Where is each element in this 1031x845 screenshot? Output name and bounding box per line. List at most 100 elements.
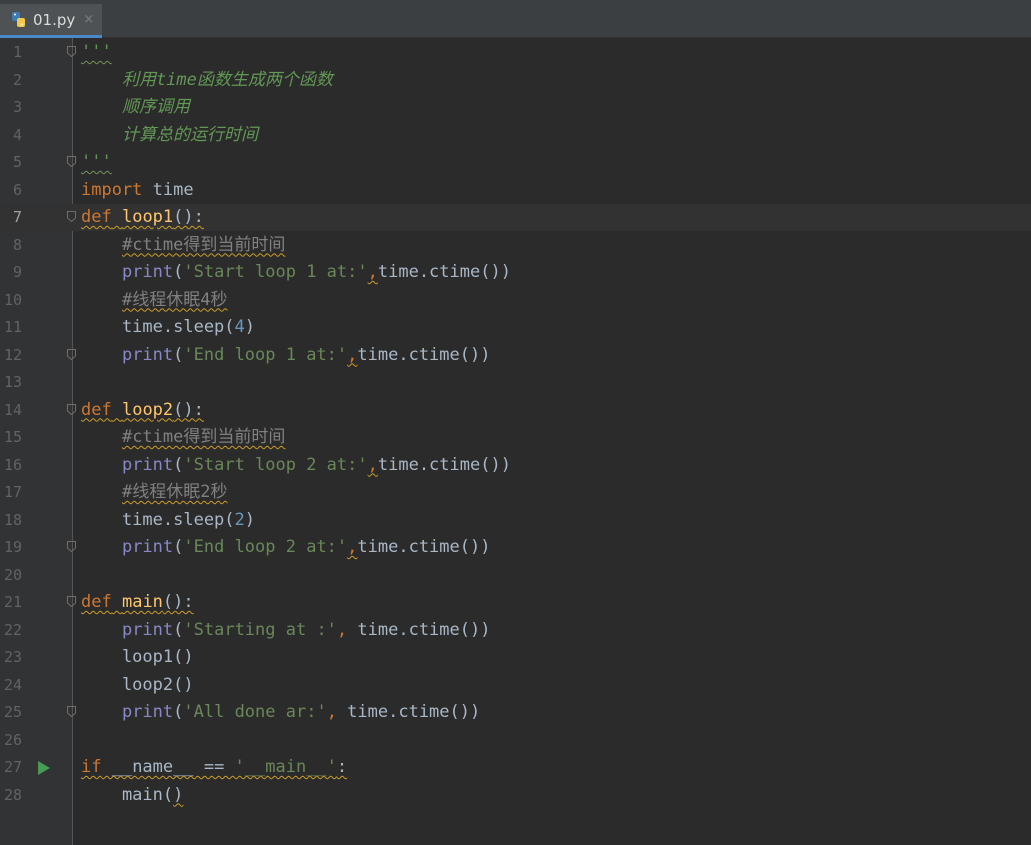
code-line[interactable]: 10 #线程休眠4秒 [0, 287, 1031, 314]
code-line[interactable]: 21 def main(): [0, 589, 1031, 616]
line-number: 11 [3, 318, 22, 336]
code-line[interactable]: 3 顺序调用 [0, 94, 1031, 121]
line-number: 28 [3, 785, 22, 804]
code-token: time.ctime()) [357, 537, 491, 557]
code-token: time [142, 179, 194, 200]
code-text: main() [81, 782, 183, 809]
code-line[interactable]: 9 print('Start loop 1 at:',time.ctime()) [0, 259, 1031, 286]
code-text: 利用time函数生成两个函数 [81, 67, 333, 94]
fold-marker-icon[interactable] [67, 348, 76, 360]
code-line[interactable]: 19 print('End loop 2 at:',time.ctime()) [0, 534, 1031, 561]
code-line[interactable]: 5 ''' [0, 149, 1031, 176]
fold-marker-icon[interactable] [67, 156, 76, 167]
code-text: loop1() [81, 644, 194, 671]
code-line[interactable]: 7 def loop1(): [0, 204, 1031, 231]
line-number: 10 [3, 290, 22, 309]
code-line[interactable]: 2 利用time函数生成两个函数 [0, 67, 1031, 94]
code-line[interactable]: 26 [0, 727, 1031, 754]
code-line[interactable]: 13 [0, 369, 1031, 396]
code-token: print [121, 537, 174, 557]
code-text: print('End loop 1 at:',time.ctime()) [81, 342, 491, 369]
code-line[interactable]: 6 import time [0, 177, 1031, 204]
line-number: 3 [12, 98, 22, 116]
fold-marker-icon[interactable] [67, 541, 76, 552]
code-token: , [367, 454, 378, 475]
code-token: print [121, 702, 174, 722]
code-token: time.ctime()) [377, 262, 511, 282]
code-text: time.sleep(4) [81, 314, 255, 341]
code-line[interactable]: 20 [0, 562, 1031, 589]
code-text: def loop2(): [81, 397, 204, 424]
line-number: 6 [12, 180, 22, 199]
code-token: time.sleep( [81, 317, 235, 337]
code-text: def loop1(): [81, 204, 204, 231]
code-line[interactable]: 24 loop2() [0, 672, 1031, 699]
code-token: 'Start loop 1 at:' [183, 262, 368, 282]
code-text: 计算总的运行时间 [81, 122, 258, 149]
line-number: 20 [3, 565, 22, 584]
code-editor[interactable]: 1 ''' 2 利用time函数生成两个函数 3 顺序调用 4 计算总的运行时间 5 '''… [0, 38, 1031, 845]
code-token: 4 [234, 317, 245, 337]
fold-marker-icon[interactable] [67, 706, 76, 717]
code-line[interactable]: 28 main() [0, 782, 1031, 809]
code-token: 'Start loop 2 at:' [183, 454, 368, 475]
line-number: 24 [3, 675, 22, 694]
code-token: '__main__' [234, 757, 337, 777]
tab-label: 01.py [33, 10, 76, 29]
code-line[interactable]: 25 print('All done ar:', time.ctime()) [0, 699, 1031, 726]
code-token: ( [173, 344, 184, 365]
code-token: ) [244, 317, 256, 337]
code-line[interactable]: 17 #线程休眠2秒 [0, 479, 1031, 506]
code-token: 顺序调用 [81, 97, 190, 117]
code-line[interactable]: 18 time.sleep(2) [0, 507, 1031, 534]
fold-marker-icon[interactable] [67, 46, 76, 57]
close-icon[interactable]: × [83, 12, 94, 27]
code-token: , [336, 619, 348, 640]
code-text: time.sleep(2) [81, 507, 255, 534]
code-line[interactable]: 15 #ctime得到当前时间 [0, 424, 1031, 451]
code-token: print [121, 344, 174, 365]
code-line[interactable]: 4 计算总的运行时间 [0, 122, 1031, 149]
line-number: 12 [3, 345, 22, 364]
line-number: 17 [3, 483, 22, 501]
code-line[interactable]: 11 time.sleep(4) [0, 314, 1031, 341]
code-token: time.ctime()) [347, 619, 491, 640]
code-token: main [121, 592, 163, 612]
code-line[interactable]: 8 #ctime得到当前时间 [0, 232, 1031, 259]
code-text: print('Start loop 2 at:',time.ctime()) [81, 452, 511, 479]
run-icon[interactable] [38, 761, 50, 775]
code-token: 2 [234, 509, 245, 530]
code-token: #ctime得到当前时间 [121, 234, 286, 255]
tab-01-py[interactable]: 01.py × [0, 4, 102, 38]
code-line[interactable]: 27 if __name__ == '__main__': [0, 754, 1031, 781]
code-line[interactable]: 1 ''' [0, 39, 1031, 66]
code-line[interactable]: 14 def loop2(): [0, 397, 1031, 424]
code-token: , [326, 702, 337, 722]
fold-marker-icon[interactable] [67, 403, 76, 415]
fold-marker-icon[interactable] [67, 211, 76, 222]
code-token: loop2() [81, 674, 194, 695]
code-token: print [121, 454, 174, 475]
line-number: 1 [12, 43, 22, 61]
code-line[interactable]: 23 loop1() [0, 644, 1031, 671]
code-line[interactable]: 12 print('End loop 1 at:',time.ctime()) [0, 342, 1031, 369]
fold-marker-icon[interactable] [67, 596, 76, 607]
code-line[interactable]: 22 print('Starting at :', time.ctime()) [0, 617, 1031, 644]
code-text: print('Start loop 1 at:',time.ctime()) [81, 259, 511, 286]
code-line[interactable]: 16 print('Start loop 2 at:',time.ctime()… [0, 452, 1031, 479]
line-number: 15 [3, 428, 22, 446]
line-number: 22 [3, 620, 22, 639]
code-token: 利用time函数生成两个函数 [81, 69, 333, 90]
code-token: ''' [81, 152, 112, 172]
code-token: time.ctime()) [377, 454, 511, 475]
code-text: #ctime得到当前时间 [81, 424, 285, 451]
code-token: loop1 [121, 207, 174, 227]
